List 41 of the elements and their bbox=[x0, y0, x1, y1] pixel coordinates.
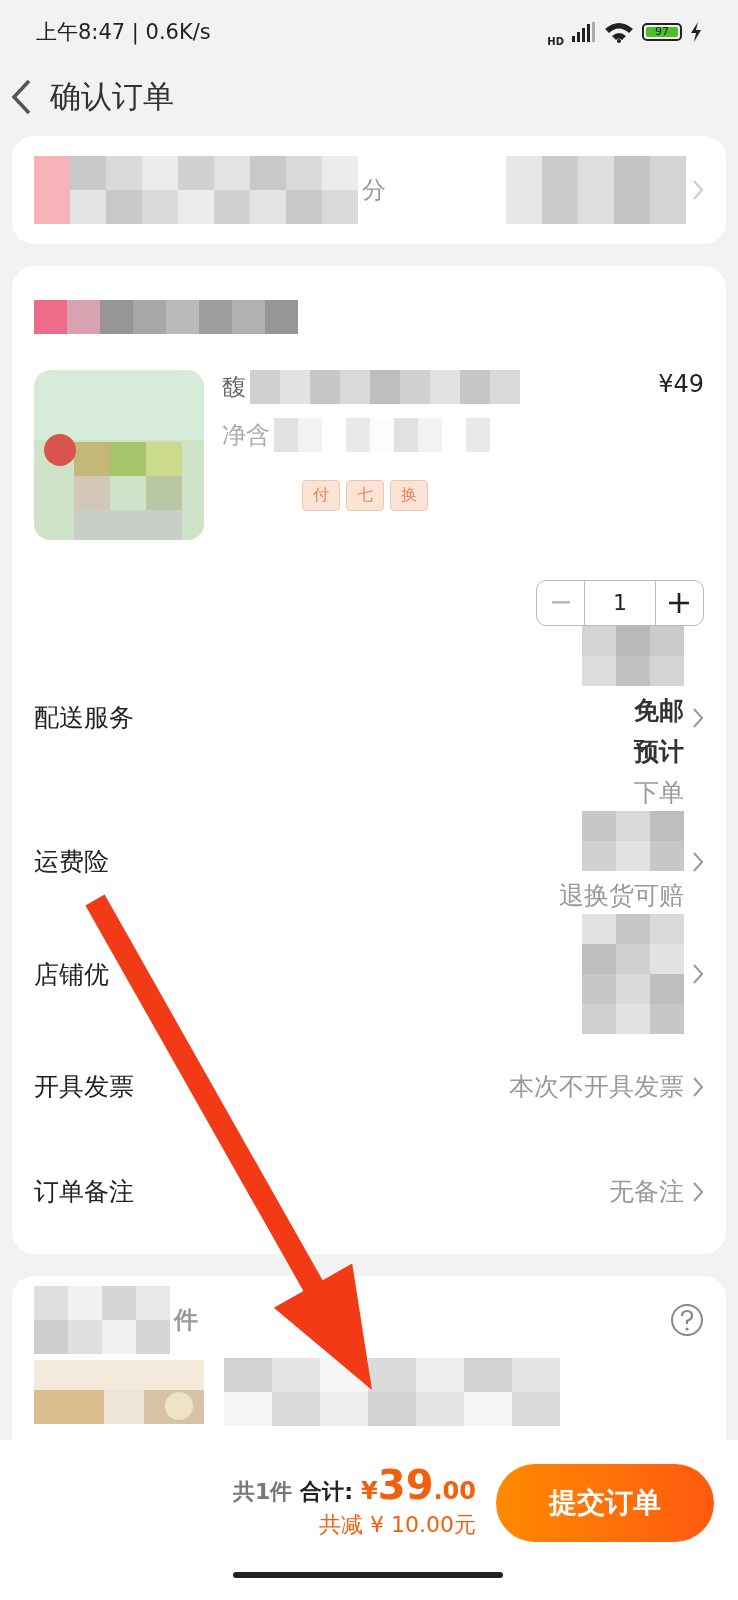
chevron-icon[interactable] bbox=[692, 1075, 704, 1098]
row-label: 开具发票 bbox=[34, 1071, 134, 1103]
row-value: 免邮 bbox=[634, 695, 684, 727]
status-time: 上午8:47 | 0.6K/s bbox=[36, 19, 211, 46]
row-value: 退换货可赔 bbox=[559, 880, 684, 912]
total-label: 合计: bbox=[300, 1478, 354, 1506]
chevron-icon[interactable] bbox=[692, 850, 704, 873]
chevron-icon[interactable] bbox=[692, 1180, 704, 1203]
row-label: 运费险 bbox=[34, 846, 109, 878]
chevron-icon[interactable] bbox=[692, 963, 704, 985]
row-label: 店铺优 bbox=[34, 958, 109, 991]
total-price: ¥39.00 bbox=[361, 1462, 476, 1508]
product-title: 馥 bbox=[222, 372, 246, 403]
signal-icon bbox=[572, 22, 596, 42]
row-value: 无备注 bbox=[609, 1176, 684, 1208]
product-tag: 换 bbox=[390, 480, 428, 511]
product-spec: 净含 bbox=[222, 420, 270, 451]
row-value: 下单 bbox=[634, 777, 684, 809]
chevron-icon[interactable] bbox=[692, 179, 704, 201]
row-value: 本次不开具发票 bbox=[509, 1071, 684, 1103]
address-text: 分 bbox=[362, 175, 386, 206]
chevron-icon[interactable] bbox=[692, 706, 704, 729]
product-tag: 付 bbox=[302, 480, 340, 511]
row-value: 预计 bbox=[634, 736, 684, 768]
product-tag: 七 bbox=[346, 480, 384, 511]
section-title: 件 bbox=[174, 1305, 198, 1336]
item-count: 共1件 bbox=[233, 1478, 293, 1506]
battery-icon: 97 bbox=[642, 23, 682, 41]
help-icon[interactable] bbox=[670, 1303, 704, 1337]
wifi-icon bbox=[604, 21, 634, 43]
product-price: ¥49 bbox=[658, 370, 704, 398]
charging-icon bbox=[690, 22, 702, 42]
row-label: 配送服务 bbox=[34, 702, 134, 734]
plus-icon[interactable] bbox=[669, 593, 689, 613]
discount-text: 共减 ¥ 10.00元 bbox=[319, 1511, 476, 1539]
row-label: 订单备注 bbox=[34, 1176, 134, 1208]
quantity-value: 1 bbox=[584, 581, 656, 625]
minus-icon[interactable] bbox=[552, 601, 570, 605]
page-title: 确认订单 bbox=[50, 77, 174, 116]
network-label: HD bbox=[547, 35, 564, 47]
back-icon[interactable] bbox=[10, 79, 32, 115]
